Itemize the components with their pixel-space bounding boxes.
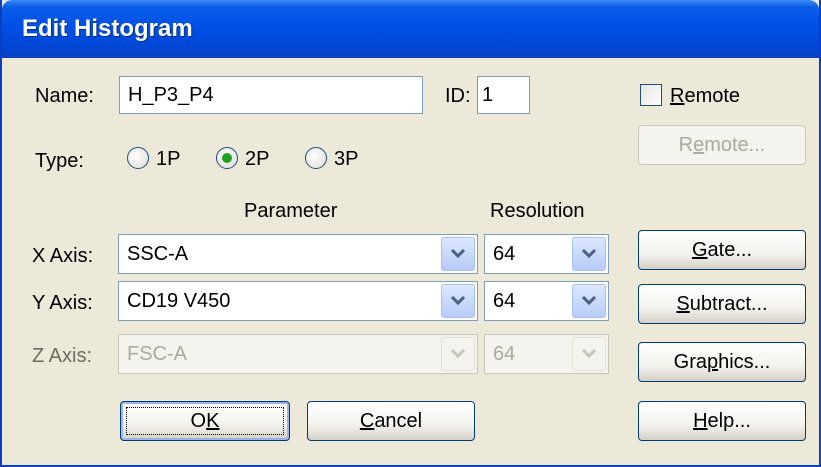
remote-button[interactable]: Remote... xyxy=(638,125,806,165)
graphics-button[interactable]: Graphics... xyxy=(638,342,806,382)
gate-button[interactable]: Gate... xyxy=(638,230,806,270)
ok-button[interactable]: OK xyxy=(120,401,290,441)
id-field[interactable]: 1 xyxy=(477,76,530,114)
chevron-down-icon[interactable] xyxy=(441,237,475,271)
resolution-header: Resolution xyxy=(490,200,585,222)
remote-checkbox[interactable] xyxy=(640,84,662,106)
chevron-down-icon[interactable] xyxy=(572,284,606,318)
subtract-button[interactable]: Subtract... xyxy=(638,284,806,324)
type-radio-2p-label[interactable]: 2P xyxy=(245,148,269,171)
z-axis-resolution-value: 64 xyxy=(493,343,516,365)
help-button[interactable]: Help... xyxy=(638,401,806,441)
type-radio-3p[interactable] xyxy=(305,147,327,169)
x-axis-parameter-value: SSC-A xyxy=(127,243,189,265)
z-axis-parameter-value: FSC-A xyxy=(127,343,187,365)
y-axis-resolution-value: 64 xyxy=(493,290,516,312)
title-bar[interactable]: Edit Histogram xyxy=(2,0,819,58)
z-axis-resolution-select[interactable]: 64 xyxy=(484,334,609,374)
window-title: Edit Histogram xyxy=(22,15,193,42)
y-axis-resolution-select[interactable]: 64 xyxy=(484,281,609,321)
name-field[interactable]: H_P3_P4 xyxy=(119,76,423,114)
z-axis-label: Z Axis: xyxy=(32,345,93,367)
remote-checkbox-label[interactable]: Remote xyxy=(670,85,740,108)
type-radio-1p-label[interactable]: 1P xyxy=(156,148,180,171)
x-axis-parameter-select[interactable]: SSC-A xyxy=(118,234,478,274)
edit-histogram-dialog: Edit Histogram Name: H_P3_P4 ID: 1 Remot… xyxy=(0,0,821,467)
x-axis-resolution-value: 64 xyxy=(493,243,516,265)
name-label: Name: xyxy=(35,85,94,107)
y-axis-parameter-select[interactable]: CD19 V450 xyxy=(118,281,478,321)
x-axis-label: X Axis: xyxy=(32,245,94,267)
parameter-header: Parameter xyxy=(244,200,338,222)
id-label: ID: xyxy=(445,85,471,107)
type-radio-2p[interactable] xyxy=(216,147,238,169)
chevron-down-icon xyxy=(441,337,475,371)
chevron-down-icon[interactable] xyxy=(572,237,606,271)
z-axis-parameter-select[interactable]: FSC-A xyxy=(118,334,478,374)
type-radio-1p[interactable] xyxy=(127,147,149,169)
chevron-down-icon xyxy=(572,337,606,371)
type-label: Type: xyxy=(35,150,84,172)
type-radio-3p-label[interactable]: 3P xyxy=(334,148,358,171)
y-axis-parameter-value: CD19 V450 xyxy=(127,290,231,312)
chevron-down-icon[interactable] xyxy=(441,284,475,318)
y-axis-label: Y Axis: xyxy=(32,292,93,314)
x-axis-resolution-select[interactable]: 64 xyxy=(484,234,609,274)
cancel-button[interactable]: Cancel xyxy=(307,401,475,441)
